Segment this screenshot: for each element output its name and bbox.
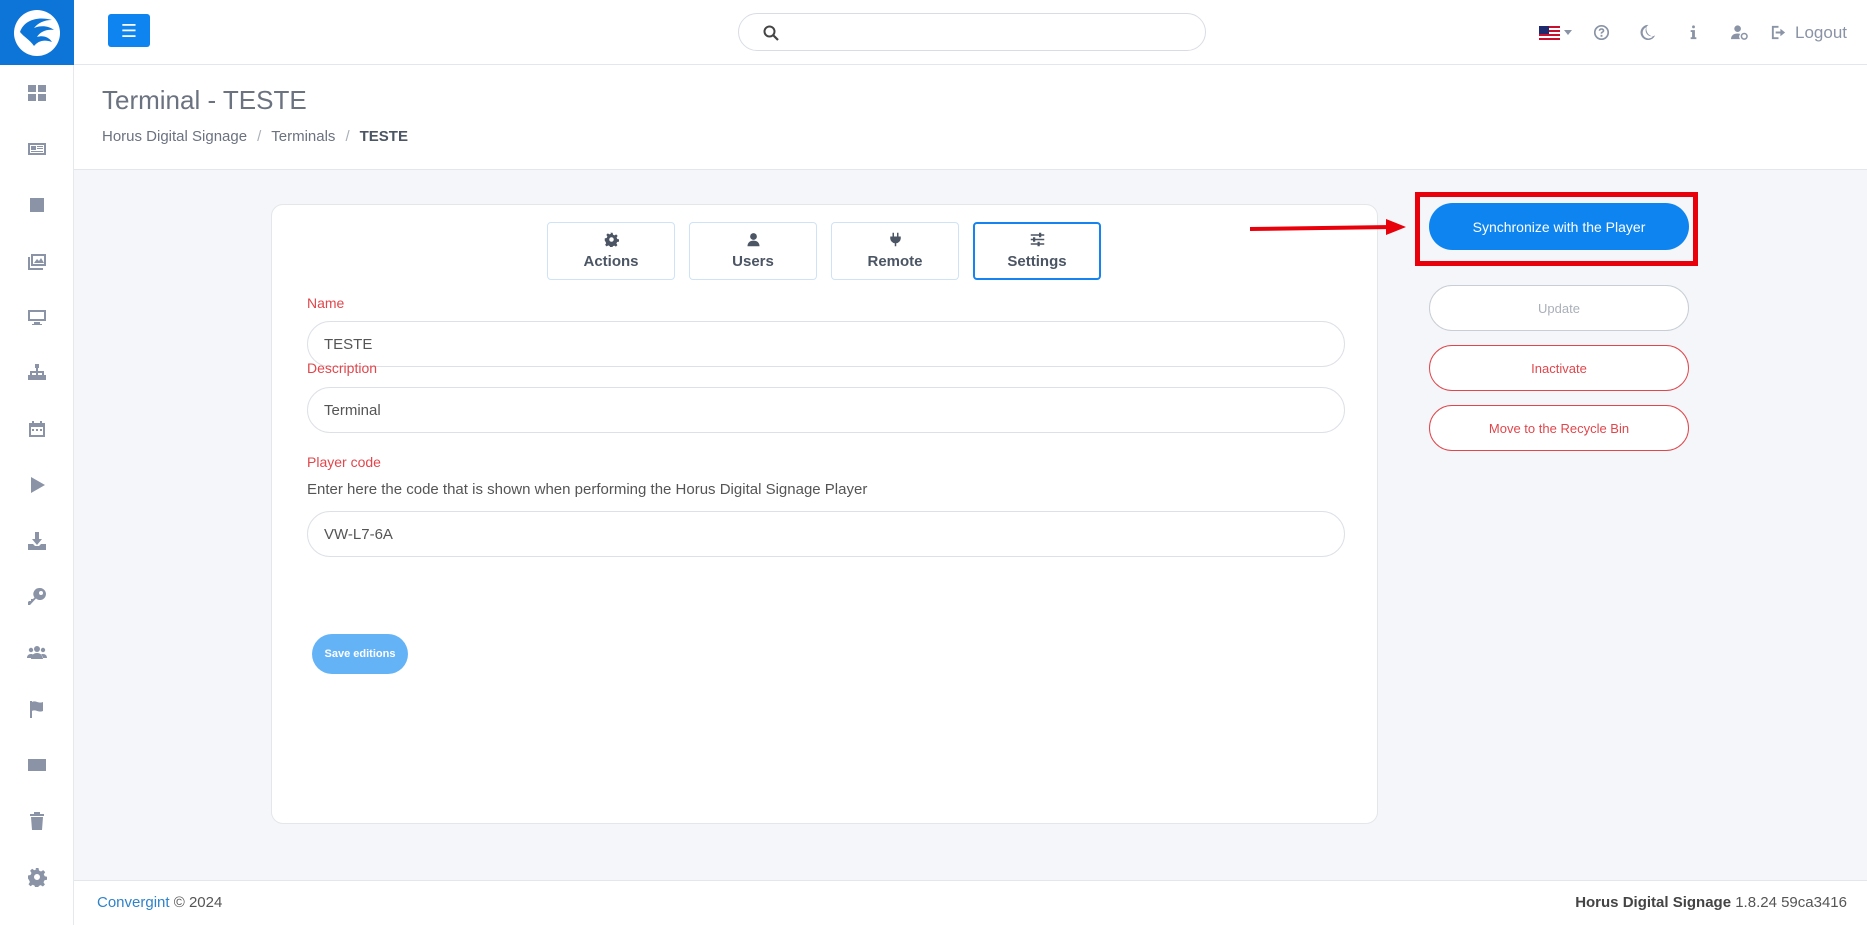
breadcrumb-separator: / xyxy=(345,128,350,145)
monitor-icon xyxy=(27,310,46,325)
sidebar-item-recycle-bin[interactable] xyxy=(0,793,73,849)
sidebar-item-downloads[interactable] xyxy=(0,513,73,569)
eagle-logo-icon xyxy=(14,9,60,56)
footer-copyright: Convergint © 2024 xyxy=(97,894,222,911)
info-icon xyxy=(1690,25,1696,40)
update-button[interactable]: Update xyxy=(1429,285,1689,331)
footer-version-text: 1.8.24 59ca3416 xyxy=(1735,894,1847,911)
settings-gear-icon xyxy=(27,868,47,887)
download-icon xyxy=(27,532,46,550)
user-icon xyxy=(747,233,759,247)
sidebar-item-news[interactable] xyxy=(0,121,73,177)
synchronize-button[interactable]: Synchronize with the Player xyxy=(1429,203,1689,250)
page-title: Terminal - TESTE xyxy=(102,85,307,115)
sidebar-item-licenses[interactable] xyxy=(0,737,73,793)
tab-remote[interactable]: Remote xyxy=(831,222,959,280)
user-settings-button[interactable] xyxy=(1716,13,1762,53)
inbox-icon xyxy=(29,198,44,212)
tab-remote-label: Remote xyxy=(867,253,923,270)
breadcrumb: Horus Digital Signage / Terminals / TEST… xyxy=(102,128,408,145)
breadcrumb-terminals[interactable]: Terminals xyxy=(271,128,335,145)
footer-version: Horus Digital Signage 1.8.24 59ca3416 xyxy=(1575,894,1847,911)
move-to-recycle-bin-button[interactable]: Move to the Recycle Bin xyxy=(1429,405,1689,451)
sidebar-item-permissions[interactable] xyxy=(0,569,73,625)
credit-card-icon xyxy=(27,759,46,771)
sidebar xyxy=(0,0,74,925)
language-selector[interactable] xyxy=(1532,25,1578,40)
player-code-help: Enter here the code that is shown when p… xyxy=(307,481,868,498)
images-icon xyxy=(27,254,46,270)
us-flag-icon xyxy=(1538,25,1560,40)
info-button[interactable] xyxy=(1670,13,1716,53)
moon-icon xyxy=(1639,24,1655,41)
sidebar-item-flags[interactable] xyxy=(0,681,73,737)
search-icon xyxy=(763,25,779,41)
sidebar-item-terminals[interactable] xyxy=(0,289,73,345)
caret-down-icon xyxy=(1563,30,1572,35)
question-circle-icon xyxy=(1593,24,1609,41)
inactivate-button[interactable]: Inactivate xyxy=(1429,345,1689,391)
flag-icon xyxy=(29,701,43,718)
tab-users[interactable]: Users xyxy=(689,222,817,280)
page-header: Terminal - TESTE Horus Digital Signage /… xyxy=(74,65,1867,170)
key-icon xyxy=(27,587,46,605)
sidebar-item-settings[interactable] xyxy=(0,849,73,905)
gear-icon xyxy=(604,232,619,247)
help-button[interactable] xyxy=(1578,13,1624,53)
description-field[interactable] xyxy=(307,387,1345,433)
app-logo[interactable] xyxy=(0,0,74,65)
topbar: ☰ Logout xyxy=(74,0,1867,65)
sidebar-item-groups[interactable] xyxy=(0,345,73,401)
player-code-field[interactable] xyxy=(307,511,1345,557)
plug-icon xyxy=(889,232,901,247)
breadcrumb-current: TESTE xyxy=(359,128,408,145)
sidebar-item-media[interactable] xyxy=(0,233,73,289)
footer-brand-link[interactable]: Convergint xyxy=(97,894,170,911)
tab-actions-label: Actions xyxy=(583,253,639,270)
sliders-icon xyxy=(1030,232,1044,247)
sidebar-item-dashboard[interactable] xyxy=(0,65,73,121)
sidebar-item-users[interactable] xyxy=(0,625,73,681)
news-icon xyxy=(27,143,46,155)
breadcrumb-separator: / xyxy=(257,128,262,145)
sitemap-icon xyxy=(27,364,46,380)
dashboard-icon xyxy=(27,85,46,101)
menu-toggle-button[interactable]: ☰ xyxy=(108,14,150,47)
player-code-label: Player code xyxy=(307,454,381,470)
tab-actions[interactable]: Actions xyxy=(547,222,675,280)
search-box[interactable] xyxy=(738,13,1206,51)
terminal-settings-card: Actions Users Remote Settings Name Descr… xyxy=(271,204,1378,824)
tab-users-label: Users xyxy=(732,253,774,270)
calendar-icon xyxy=(28,421,45,437)
sidebar-item-schedule[interactable] xyxy=(0,401,73,457)
search-input[interactable] xyxy=(795,20,1185,44)
footer-product-name: Horus Digital Signage xyxy=(1575,894,1732,911)
logout-button[interactable]: Logout xyxy=(1770,23,1847,43)
sign-out-icon xyxy=(1771,25,1786,40)
sidebar-item-player[interactable] xyxy=(0,457,73,513)
logout-label: Logout xyxy=(1795,22,1847,42)
user-cog-icon xyxy=(1730,25,1748,40)
trash-icon xyxy=(29,812,44,830)
users-icon xyxy=(26,646,47,659)
description-label: Description xyxy=(307,360,378,376)
name-field[interactable] xyxy=(307,321,1345,367)
save-editions-button[interactable]: Save editions xyxy=(312,634,408,674)
topbar-actions: Logout xyxy=(1532,0,1847,65)
dark-mode-toggle[interactable] xyxy=(1624,13,1670,53)
tab-settings-label: Settings xyxy=(1007,253,1067,270)
breadcrumb-home[interactable]: Horus Digital Signage xyxy=(102,128,247,145)
hamburger-icon: ☰ xyxy=(120,20,138,41)
play-icon xyxy=(30,477,45,493)
footer-copyright-text: © 2024 xyxy=(173,894,223,911)
tab-bar: Actions Users Remote Settings xyxy=(547,222,1101,280)
name-label: Name xyxy=(307,295,345,311)
tab-settings[interactable]: Settings xyxy=(973,222,1101,280)
footer: Convergint © 2024 Horus Digital Signage … xyxy=(74,880,1867,925)
annotation-arrow xyxy=(1250,219,1406,235)
sidebar-item-inbox[interactable] xyxy=(0,177,73,233)
